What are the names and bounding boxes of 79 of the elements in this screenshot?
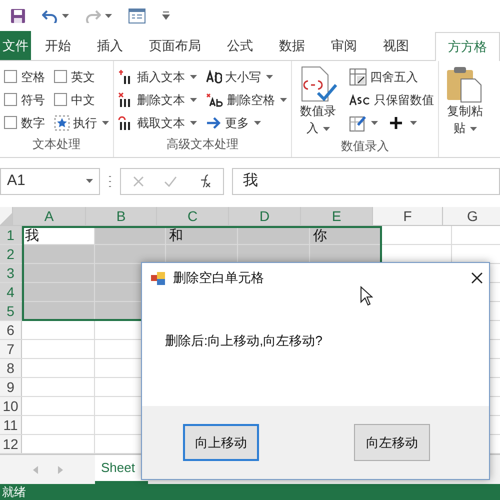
formula-input[interactable]: 我 — [232, 168, 500, 194]
plus-icon — [390, 116, 402, 128]
column-header[interactable]: E — [301, 207, 373, 225]
large-ribbon-button[interactable]: 数值录入 — [296, 65, 340, 137]
ribbon-button[interactable]: 大小写 — [206, 65, 287, 88]
ribbon-button[interactable]: 更多 — [206, 111, 287, 134]
close-icon[interactable] — [471, 272, 483, 284]
customize-icon[interactable] — [162, 11, 170, 20]
ribbon-button[interactable]: 执行 — [54, 111, 109, 134]
column-header[interactable]: F — [373, 207, 443, 225]
checkbox-label: 中文 — [71, 92, 95, 108]
row-header[interactable]: 12 — [0, 435, 22, 453]
checkbox-label: 空格 — [21, 68, 45, 86]
row-header[interactable]: 10 — [0, 397, 22, 415]
dialog-message: 删除后:向上移动,向左移动? — [165, 333, 322, 348]
checkbox[interactable] — [4, 93, 17, 106]
row-header[interactable]: 7 — [0, 340, 22, 358]
text-case-icon — [206, 70, 222, 84]
ribbon-button[interactable]: 只保留数值 — [349, 88, 434, 111]
ribbon-tab[interactable]: 页面布局 — [149, 31, 201, 60]
caret-icon — [86, 179, 93, 183]
group-title: 数值录入 — [340, 138, 390, 155]
row-header[interactable]: 4 — [0, 283, 22, 301]
ribbon-button[interactable]: 删除空格 — [206, 88, 287, 111]
scroll-right-icon[interactable] — [58, 466, 62, 474]
column-header[interactable]: G — [443, 207, 500, 225]
file-tab[interactable]: 文件 — [0, 31, 31, 60]
app-icon — [151, 272, 165, 284]
arrow-right-icon — [206, 116, 222, 130]
checkbox[interactable] — [54, 70, 67, 83]
name-box[interactable]: A1 — [0, 168, 100, 194]
row-header[interactable]: 8 — [0, 359, 22, 377]
checkbox-label: 符号 — [21, 92, 45, 108]
ribbon-tab[interactable]: 数据 — [279, 31, 305, 60]
row-header[interactable]: 1 — [0, 226, 22, 244]
column-header[interactable]: C — [157, 207, 229, 225]
checkbox-label: 英文 — [71, 68, 95, 86]
ribbon-button[interactable]: 插入文本 — [118, 65, 197, 88]
dialog-button[interactable]: 向上移动 — [183, 424, 259, 461]
edit-table-icon — [349, 114, 367, 132]
row-header[interactable]: 3 — [0, 264, 22, 282]
ribbon-tab[interactable]: 审阅 — [331, 31, 357, 60]
checkbox[interactable] — [54, 93, 67, 106]
remove-spaces-icon — [206, 92, 224, 106]
checkbox[interactable] — [4, 116, 17, 129]
save-icon[interactable] — [10, 8, 26, 24]
caret-icon — [105, 14, 112, 18]
row-header[interactable]: 5 — [0, 302, 22, 320]
ribbon-button[interactable]: 截取文本 — [118, 111, 197, 134]
row-header[interactable]: 2 — [0, 245, 22, 263]
large-ribbon-button[interactable]: 复制粘贴 — [443, 65, 487, 137]
undo-icon[interactable] — [42, 8, 58, 22]
ribbon-tab[interactable]: 方方格 — [435, 32, 500, 61]
row-header[interactable]: 6 — [0, 321, 22, 339]
ribbon-button[interactable]: 删除文本 — [118, 88, 197, 111]
row-header[interactable]: 11 — [0, 416, 22, 434]
caret-icon — [62, 14, 69, 18]
ribbon-tab[interactable]: 插入 — [97, 31, 123, 60]
group-title: 文本处理 — [32, 136, 82, 153]
column-header[interactable]: B — [86, 207, 157, 225]
check-icon[interactable] — [164, 176, 177, 186]
group-title: 高级文本处理 — [166, 136, 240, 153]
ribbon-tab[interactable]: 开始 — [45, 31, 71, 60]
form-icon[interactable] — [128, 8, 146, 24]
checkbox[interactable] — [4, 70, 17, 83]
ribbon-tab[interactable]: 视图 — [383, 31, 409, 60]
dialog-title: 删除空白单元格 — [173, 269, 265, 288]
scroll-left-icon[interactable] — [32, 466, 38, 474]
status-bar: 就绪 — [0, 484, 500, 500]
ribbon-tab[interactable]: 公式 — [227, 31, 253, 60]
checkbox-label: 数字 — [21, 114, 45, 132]
column-header[interactable]: A — [13, 207, 86, 225]
asc-icon — [349, 94, 371, 106]
column-header[interactable]: D — [229, 207, 301, 225]
ribbon-button[interactable] — [390, 116, 417, 128]
mouse-pointer-icon — [360, 286, 373, 306]
dialog-button[interactable]: 向左移动 — [354, 424, 430, 461]
row-header[interactable]: 9 — [0, 378, 22, 396]
ribbon-button[interactable]: 四舍五入 — [349, 65, 434, 88]
